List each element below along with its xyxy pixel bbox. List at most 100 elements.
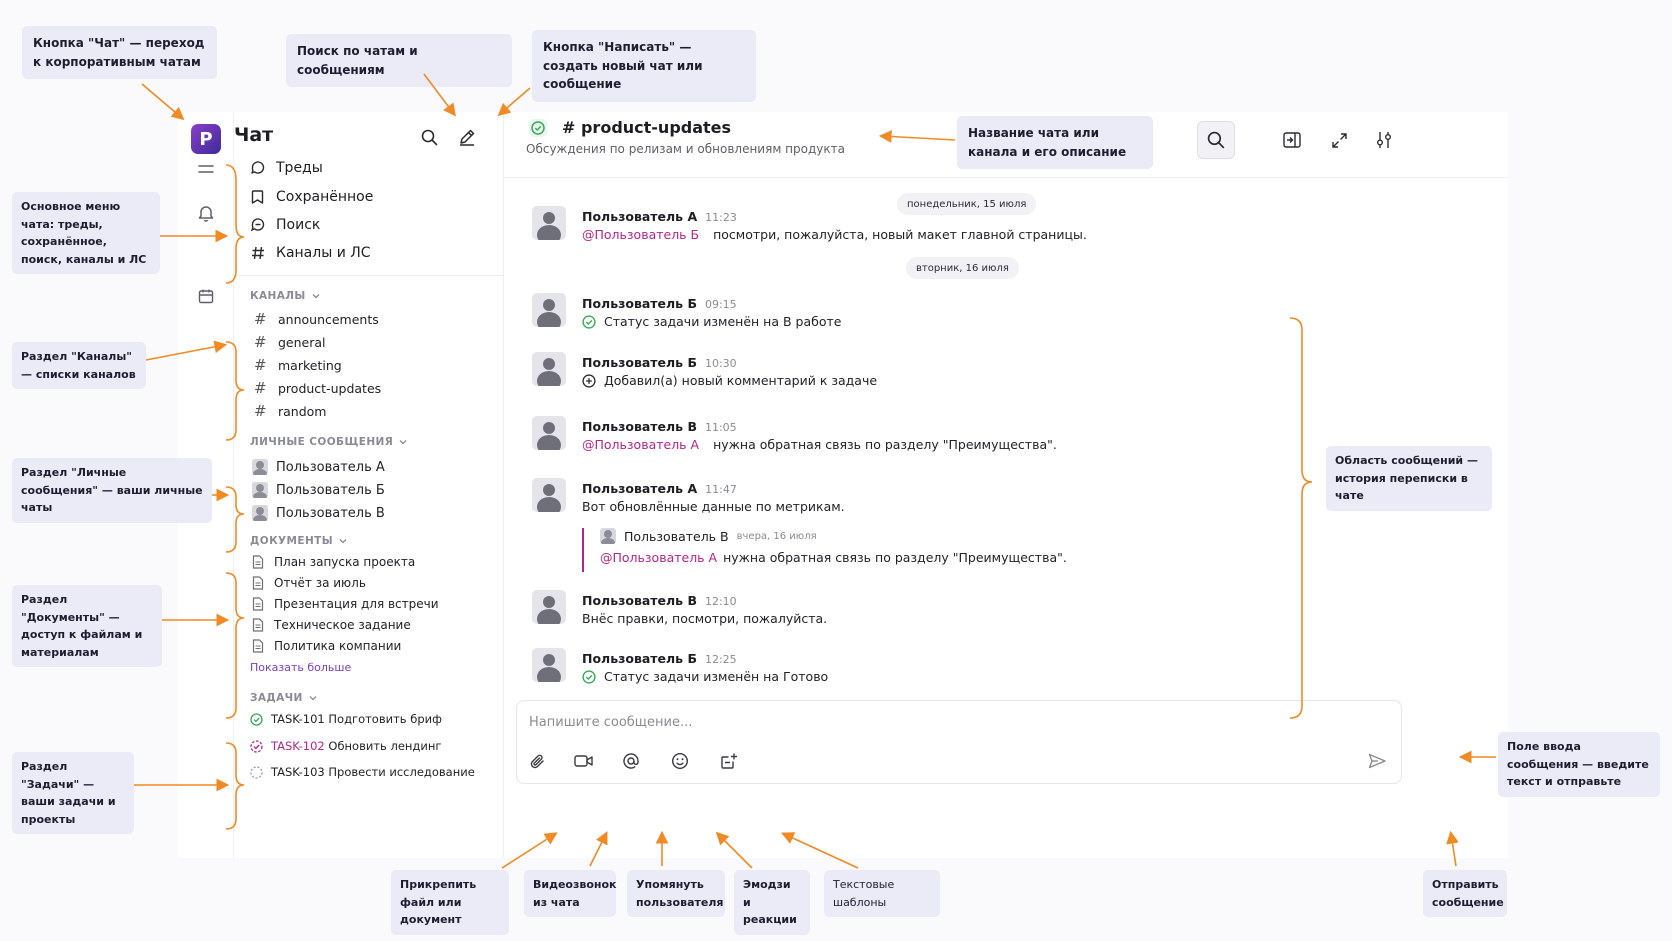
tasks-section-header[interactable]: ЗАДАЧИ	[250, 692, 317, 704]
message-text: Внёс правки, посмотри, пожалуйста.	[582, 611, 828, 626]
app-logo-button[interactable]: P	[191, 124, 221, 154]
header-search-button[interactable]	[1197, 121, 1235, 159]
attach-button[interactable]	[525, 749, 549, 773]
nav-channels-dms[interactable]: Каналы и ЛС	[250, 242, 371, 264]
callout-tasks: Раздел "Задачи" — ваши задачи и проекты	[12, 752, 134, 835]
templates-button[interactable]	[717, 749, 741, 773]
document-item[interactable]: Презентация для встречи	[252, 594, 439, 614]
message-text: Вот обновлённые данные по метрикам.	[582, 499, 845, 514]
document-icon	[252, 639, 264, 653]
settings-sliders-icon[interactable]	[1373, 129, 1395, 151]
calendar-icon[interactable]	[196, 286, 216, 306]
avatar	[532, 206, 566, 240]
task-item[interactable]: TASK-103 Провести исследование	[250, 762, 475, 782]
search-icon[interactable]	[418, 126, 440, 148]
nav-saved[interactable]: Сохранённое	[250, 186, 373, 208]
quote-author: Пользователь В	[624, 528, 729, 544]
dm-item[interactable]: Пользователь Б	[252, 480, 385, 500]
divider	[234, 275, 504, 276]
dm-item[interactable]: Пользователь В	[252, 503, 385, 523]
document-item[interactable]: Политика компании	[252, 636, 401, 656]
show-more-link[interactable]: Показать больше	[250, 661, 351, 674]
nav-search[interactable]: Поиск	[250, 214, 320, 236]
check-circle-icon	[250, 712, 263, 726]
hash-icon: #	[254, 402, 267, 420]
docs-section-header[interactable]: ДОКУМЕНТЫ	[250, 535, 347, 547]
todo-circle-icon	[250, 765, 263, 779]
hash-icon	[252, 246, 264, 260]
channel-item[interactable]: # general	[254, 332, 326, 352]
callout-attach: Прикрепить файл или документ	[391, 870, 509, 935]
check-circle-icon	[582, 669, 596, 684]
avatar	[532, 352, 566, 386]
message-time: 11:23	[705, 211, 737, 224]
check-circle-icon	[529, 119, 547, 137]
nav-threads[interactable]: Треды	[250, 157, 323, 179]
task-item[interactable]: TASK-102 Обновить лендинг	[250, 736, 441, 756]
compose-icon[interactable]	[456, 126, 478, 148]
callout-docs: Раздел "Документы" — доступ к файлам и м…	[12, 585, 162, 668]
message-author: Пользователь Б	[582, 651, 697, 666]
hash-icon: #	[254, 379, 267, 397]
smile-icon	[671, 752, 689, 770]
channel-item[interactable]: # random	[254, 401, 326, 421]
document-item[interactable]: План запуска проекта	[252, 552, 415, 572]
message-author: Пользователь А	[582, 209, 698, 224]
channel-item[interactable]: # product-updates	[254, 378, 381, 398]
message-time: 09:15	[704, 298, 737, 311]
avatar	[532, 478, 566, 512]
send-button[interactable]	[1365, 749, 1389, 773]
channel-item[interactable]: # announcements	[254, 309, 379, 329]
at-sign-icon	[623, 753, 639, 769]
dm-section-header[interactable]: ЛИЧНЫЕ СООБЩЕНИЯ	[250, 436, 407, 448]
menu-icon[interactable]	[196, 159, 216, 179]
message-text: Добавил(а) новый комментарий к задаче	[604, 373, 878, 388]
callout-chat-button: Кнопка "Чат" — переход к корпоративным ч…	[22, 26, 217, 80]
callout-emoji: Эмодзи и реакции	[734, 870, 810, 935]
bell-icon[interactable]	[196, 203, 216, 223]
mention-button[interactable]	[619, 749, 643, 773]
message-text: нужна обратная связь по разделу "Преимущ…	[713, 437, 1057, 452]
mention[interactable]: @Пользователь А	[582, 437, 699, 452]
message-author: Пользователь Б	[582, 355, 697, 370]
callout-input: Поле ввода сообщения — введите текст и о…	[1498, 732, 1660, 797]
document-item[interactable]: Техническое задание	[252, 615, 411, 635]
plus-circle-icon	[582, 373, 596, 388]
panel-toggle-icon[interactable]	[1281, 129, 1303, 151]
mention[interactable]: @Пользователь Б	[582, 227, 699, 242]
chevron-down-icon	[309, 696, 317, 701]
chevron-down-icon	[339, 539, 347, 544]
callout-main-menu: Основное меню чата: треды, сохранённое, …	[12, 192, 160, 275]
callout-dms: Раздел "Личные сообщения" — ваши личные …	[12, 458, 212, 523]
progress-circle-icon	[250, 739, 263, 753]
avatar	[252, 459, 268, 475]
document-item[interactable]: Отчёт за июль	[252, 573, 366, 593]
emoji-button[interactable]	[668, 749, 692, 773]
message-time: 12:25	[704, 653, 737, 666]
chevron-down-icon	[399, 440, 407, 445]
message-input[interactable]	[529, 711, 1229, 733]
avatar	[252, 482, 268, 498]
mention[interactable]: @Пользователь А	[600, 550, 717, 565]
hash-icon: #	[254, 333, 267, 351]
channels-section-header[interactable]: КАНАЛЫ	[250, 290, 320, 302]
date-separator: вторник, 16 июля	[906, 257, 1019, 279]
message-time: 10:30	[704, 357, 737, 370]
avatar	[532, 590, 566, 624]
channel-item[interactable]: # marketing	[254, 355, 342, 375]
quoted-message[interactable]: Пользователь В вчера, 16 июля @Пользоват…	[582, 528, 1067, 572]
dm-item[interactable]: Пользователь А	[252, 457, 385, 477]
document-icon	[252, 597, 264, 611]
sidebar: Чат Треды Сохранённое Поиск Каналы и ЛС …	[234, 112, 504, 858]
task-item[interactable]: TASK-101 Подготовить бриф	[250, 709, 442, 729]
callout-video: Видеозвонок из чата	[524, 870, 617, 918]
quote-time: вчера, 16 июля	[736, 530, 817, 542]
message-author: Пользователь А	[582, 481, 698, 496]
document-icon	[252, 555, 264, 569]
message-author: Пользователь Б	[582, 296, 697, 311]
hash-icon: #	[254, 356, 267, 374]
expand-icon[interactable]	[1328, 129, 1350, 151]
video-call-button[interactable]	[571, 749, 595, 773]
document-icon	[252, 618, 264, 632]
message-time: 11:05	[704, 421, 737, 434]
